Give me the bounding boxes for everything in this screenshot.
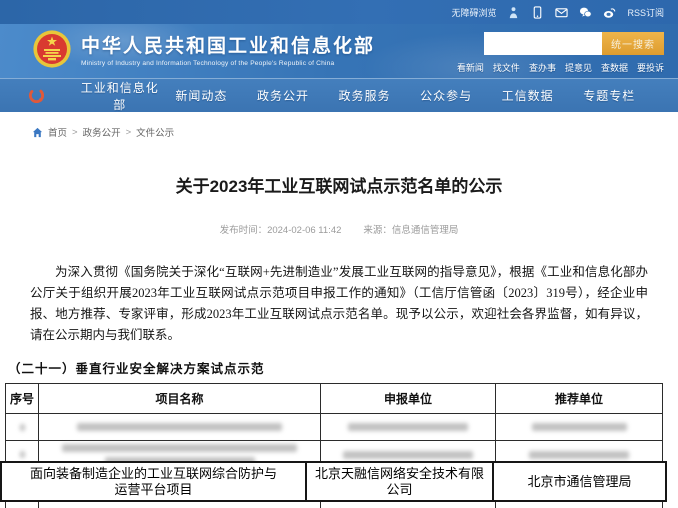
highlighted-row-callout: 面向装备制造企业的工业互联网综合防护与运营平台项目 北京天融信网络安全技术有限公… <box>0 461 667 502</box>
publish-time: 2024-02-06 11:42 <box>267 225 341 236</box>
redacted-index <box>6 414 39 441</box>
wechat-icon[interactable] <box>579 6 592 19</box>
accessibility-link[interactable]: 无障碍浏览 <box>451 6 496 19</box>
search-bar: 统一搜索 <box>484 32 664 55</box>
nav-item-data[interactable]: 工信数据 <box>487 87 569 104</box>
section-heading: （二十一）垂直行业安全解决方案试点示范 <box>8 358 678 377</box>
rss-link[interactable]: RSS订阅 <box>627 6 664 19</box>
redacted-applicant <box>321 502 496 508</box>
nav-item-participation[interactable]: 公众参与 <box>405 87 487 104</box>
col-header-project: 项目名称 <box>39 384 321 414</box>
mail-icon[interactable] <box>555 6 568 19</box>
publish-time-label: 发布时间： <box>220 225 268 236</box>
table-header-row: 序号 项目名称 申报单位 推荐单位 <box>6 384 663 414</box>
nav-home-icon[interactable] <box>28 87 45 104</box>
nav-item-topics[interactable]: 专题专栏 <box>568 87 650 104</box>
article-meta: 发布时间：2024-02-06 11:42 来源：信息通信管理局 <box>0 222 678 236</box>
site-name-english: Ministry of Industry and Information Tec… <box>81 60 375 67</box>
breadcrumb: 首页 > 政务公开 > 文件公示 <box>0 112 678 139</box>
national-emblem-icon <box>32 29 72 69</box>
weibo-icon[interactable] <box>603 6 616 19</box>
quick-link-affairs[interactable]: 查办事 <box>529 61 556 74</box>
pilot-table-wrap: 序号 项目名称 申报单位 推荐单位 <box>5 383 673 508</box>
nav-item-gov-open[interactable]: 政务公开 <box>242 87 324 104</box>
site-titles: 中华人民共和国工业和信息化部 Ministry of Industry and … <box>81 31 375 67</box>
redacted-project <box>39 502 321 508</box>
article-title: 关于2023年工业互联网试点示范名单的公示 <box>0 172 678 197</box>
quick-link-data[interactable]: 查数据 <box>601 61 628 74</box>
redacted-recommender <box>496 414 663 441</box>
col-header-recommender: 推荐单位 <box>496 384 663 414</box>
col-header-applicant: 申报单位 <box>321 384 496 414</box>
redacted-project <box>39 414 321 441</box>
page-content: 首页 > 政务公开 > 文件公示 关于2023年工业互联网试点示范名单的公示 发… <box>0 112 678 508</box>
highlight-recommender: 北京市通信管理局 <box>494 463 665 500</box>
nav-item-news[interactable]: 新闻动态 <box>161 87 243 104</box>
nav-item-ministry[interactable]: 工业和信息化部 <box>79 79 161 113</box>
breadcrumb-home[interactable]: 首页 <box>48 125 67 139</box>
main-nav: 工业和信息化部 新闻动态 政务公开 政务服务 公众参与 工信数据 专题专栏 <box>0 78 678 112</box>
breadcrumb-home-icon[interactable] <box>32 127 43 138</box>
redacted-index <box>6 502 39 508</box>
quick-links: 看新闻 找文件 查办事 提意见 查数据 要投诉 <box>457 61 664 74</box>
top-utility-bar: 无障碍浏览 RSS订阅 <box>0 0 678 24</box>
breadcrumb-separator: > <box>72 127 78 138</box>
redacted-applicant <box>321 414 496 441</box>
sign-language-icon[interactable] <box>507 6 520 19</box>
breadcrumb-current[interactable]: 文件公示 <box>136 125 174 139</box>
redacted-recommender <box>496 502 663 508</box>
search-button[interactable]: 统一搜索 <box>602 32 664 55</box>
search-input[interactable] <box>484 32 602 55</box>
article-paragraph: 为深入贯彻《国务院关于深化“互联网+先进制造业”发展工业互联网的指导意见》，根据… <box>30 262 648 346</box>
highlight-project-name: 面向装备制造企业的工业互联网综合防护与运营平台项目 <box>2 463 307 500</box>
quick-link-files[interactable]: 找文件 <box>493 61 520 74</box>
breadcrumb-gov-open[interactable]: 政务公开 <box>83 125 121 139</box>
breadcrumb-separator: > <box>126 127 132 138</box>
site-name: 中华人民共和国工业和信息化部 <box>81 31 375 58</box>
source-label: 来源： <box>363 225 392 236</box>
col-header-index: 序号 <box>6 384 39 414</box>
mobile-icon[interactable] <box>531 6 544 19</box>
site-brand[interactable]: 中华人民共和国工业和信息化部 Ministry of Industry and … <box>32 29 375 69</box>
quick-link-suggest[interactable]: 提意见 <box>565 61 592 74</box>
table-row-redacted-1 <box>6 414 663 441</box>
nav-item-gov-service[interactable]: 政务服务 <box>324 87 406 104</box>
quick-link-complaint[interactable]: 要投诉 <box>637 61 664 74</box>
quick-link-news[interactable]: 看新闻 <box>457 61 484 74</box>
site-header: 中华人民共和国工业和信息化部 Ministry of Industry and … <box>0 24 678 78</box>
table-row-redacted-4 <box>6 502 663 508</box>
highlight-applicant: 北京天融信网络安全技术有限公司 <box>307 463 494 500</box>
source-value: 信息通信管理局 <box>392 225 459 236</box>
